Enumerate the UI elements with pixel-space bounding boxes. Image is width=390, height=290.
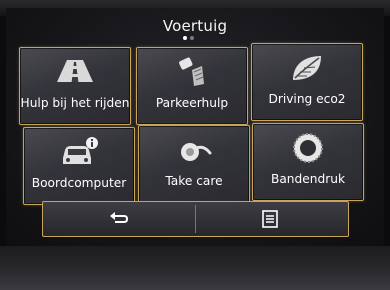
tile-label: Parkeerhulp (155, 96, 229, 110)
tile-label: Driving eco2 (268, 92, 346, 106)
tile-parkeerhulp[interactable]: Parkeerhulp (136, 47, 248, 125)
tyre-icon (293, 133, 323, 163)
bottom-action-bar (42, 201, 349, 237)
tile-take-care[interactable]: Take care (138, 125, 250, 203)
tile-label: Boordcomputer (31, 176, 127, 190)
tile-boordcomputer[interactable]: Boordcomputer (23, 127, 135, 205)
page-dot-active (183, 36, 187, 40)
parking-sensor-icon (179, 57, 204, 86)
road-icon (57, 60, 93, 82)
tile-driving-eco2[interactable]: Driving eco2 (251, 43, 363, 121)
tile-label: Take care (165, 174, 223, 188)
tile-hulp-bij-het-rijden[interactable]: Hulp bij het rijden (19, 47, 131, 125)
tile-bandendruk[interactable]: Bandendruk (252, 123, 364, 201)
page-indicator (179, 36, 211, 42)
page-title: Voertuig (162, 17, 228, 35)
tile-label: Hulp bij het rijden (20, 96, 130, 110)
back-arrow-icon (110, 212, 129, 223)
back-button[interactable] (43, 202, 195, 236)
menu-button[interactable] (196, 202, 348, 236)
air-freshener-icon (181, 143, 212, 161)
car-info-icon (63, 137, 98, 164)
page-dot-inactive[interactable] (190, 36, 194, 40)
menu-list-icon (262, 210, 278, 228)
bezel-bottom (0, 246, 390, 290)
tile-label: Bandendruk (270, 172, 346, 186)
leaf-icon (293, 56, 321, 80)
